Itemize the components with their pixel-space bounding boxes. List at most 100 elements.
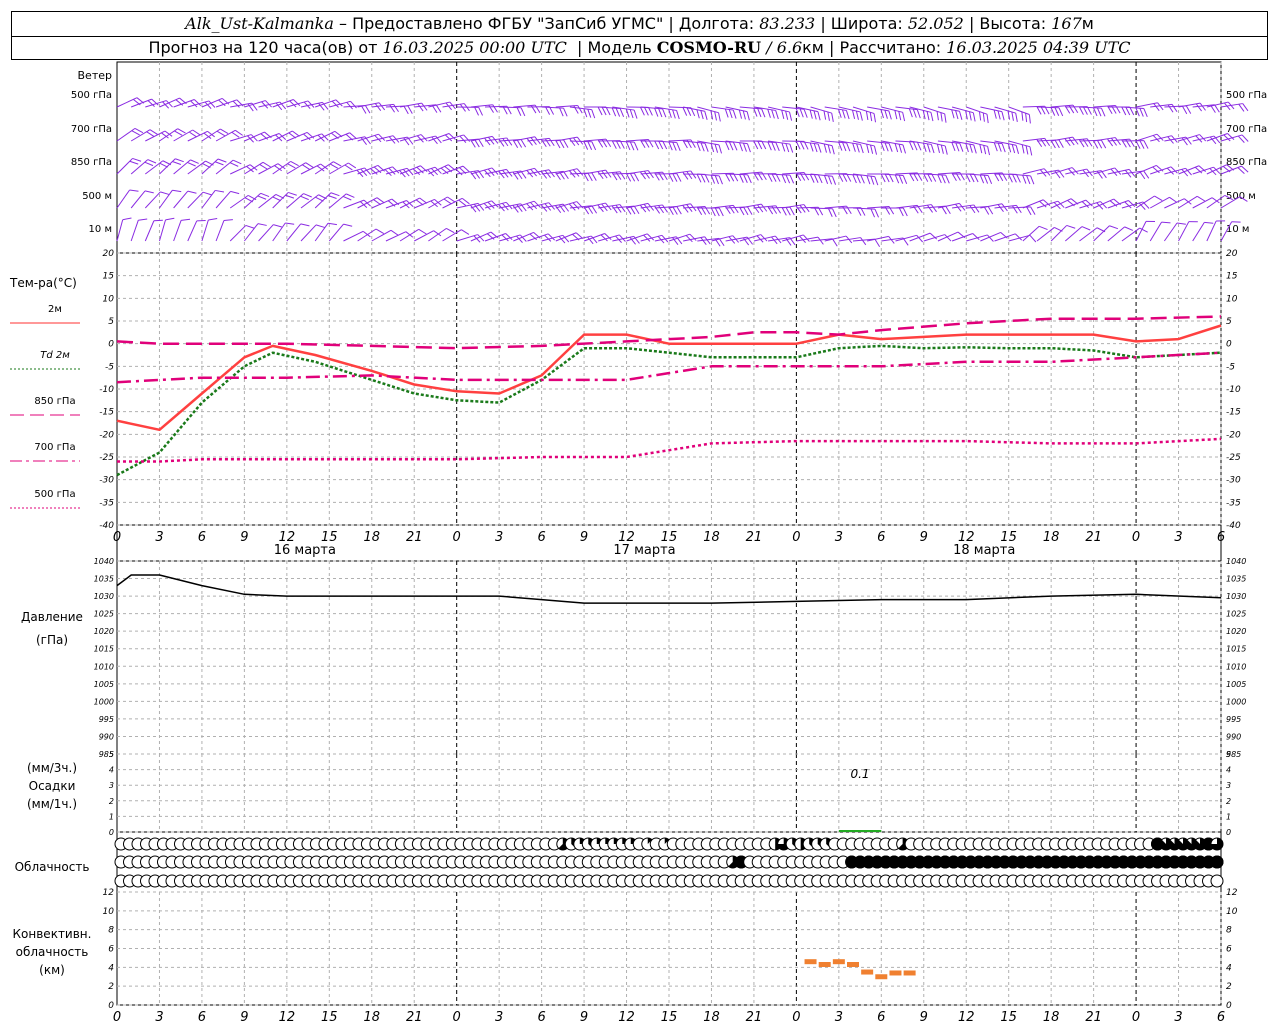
temp-tick-left: 15 <box>103 272 115 282</box>
wind-barb-feather <box>1021 144 1025 154</box>
time-tick-label: 6 <box>1217 530 1225 545</box>
time-tick-label: 9 <box>580 530 588 545</box>
wind-barb <box>937 202 966 212</box>
wind-barb-feather <box>474 107 480 116</box>
wind-barb-staff <box>1008 140 1031 148</box>
wind-barb-feather <box>908 141 914 151</box>
wind-level-label-right: 500 гПа <box>1226 90 1267 101</box>
wind-barb <box>116 217 132 242</box>
wind-barb <box>470 200 499 211</box>
wind-barb <box>952 204 980 214</box>
temp-legend-label: 700 гПа <box>34 442 75 453</box>
wind-barb-feather <box>767 109 771 118</box>
wind-barb-feather <box>672 142 677 151</box>
time-tick-label-bottom: 15 <box>1000 1010 1017 1024</box>
wind-barb-feather <box>273 224 283 228</box>
wind-barb-feather <box>662 108 667 118</box>
wind-barb-staff <box>272 160 292 175</box>
wind-barb-staff <box>428 227 447 242</box>
wind-barb-feather <box>728 205 735 214</box>
wind-barb-staff <box>116 127 136 142</box>
wind-barb <box>852 207 880 218</box>
wind-barb <box>442 103 470 112</box>
wind-barb-feather <box>676 173 682 182</box>
wind-barb-feather <box>827 144 831 154</box>
wind-barb-feather <box>601 139 608 148</box>
wind-barb <box>966 205 994 215</box>
time-tick-label-bottom: 12 <box>279 1010 296 1024</box>
wind-barb <box>144 191 170 209</box>
wind-barb-feather <box>530 105 537 114</box>
temp-tick-left: -15 <box>99 408 114 418</box>
time-tick-label: 18 <box>1043 530 1060 545</box>
wind-barb-feather <box>898 143 903 153</box>
wind-barb <box>782 234 810 243</box>
wind-barb-feather <box>944 113 947 123</box>
wind-barb <box>1206 101 1235 111</box>
wind-barb-feather <box>633 205 640 214</box>
wind-barb-staff <box>456 234 478 242</box>
wind-barb <box>286 162 314 175</box>
wind-barb <box>229 224 255 242</box>
wind-barb-feather <box>987 206 994 215</box>
wind-panel-title: Ветер <box>78 69 112 82</box>
time-tick-label-bottom: 0 <box>113 1010 121 1024</box>
wind-barb-staff <box>1135 195 1155 209</box>
time-tick-label-bottom: 0 <box>1132 1010 1140 1024</box>
wind-barb-feather <box>781 207 787 216</box>
wind-barb <box>343 167 372 178</box>
precip-annotation: 0.1 <box>850 767 869 781</box>
wind-barb <box>187 191 212 209</box>
cloud-panel-title: Облачность <box>15 860 90 874</box>
wind-barb <box>130 190 154 209</box>
wind-barb <box>357 197 385 209</box>
wind-barb <box>1065 199 1093 209</box>
wind-barb-staff <box>1135 221 1147 242</box>
wind-barb <box>187 160 214 175</box>
wind-barb-feather <box>873 145 878 155</box>
wind-barb <box>173 218 191 242</box>
wind-barb-feather <box>1086 138 1093 147</box>
wind-barb-staff <box>272 222 286 242</box>
wind-barb-feather <box>1100 107 1106 117</box>
wind-barb-feather <box>959 172 965 181</box>
wind-barb-feather <box>771 205 778 214</box>
precip-tick-left: 2 <box>109 797 114 806</box>
wind-barb <box>626 233 655 242</box>
wind-barb <box>116 97 145 108</box>
conv-tick-left: 2 <box>108 982 114 992</box>
wind-barb-feather <box>817 236 824 245</box>
wind-level-label-right: 700 гПа <box>1226 124 1267 135</box>
pressure-tick-left: 1010 <box>94 662 114 671</box>
wind-barb-feather <box>757 108 762 118</box>
wind-barb-feather <box>781 110 785 119</box>
wind-barb <box>428 101 456 111</box>
wind-barb <box>1065 138 1093 148</box>
pressure-tick-right: 1035 <box>1226 575 1246 584</box>
wind-barb-feather <box>916 141 922 151</box>
wind-barb-feather <box>629 109 634 119</box>
wind-barb <box>1050 224 1076 242</box>
wind-barb-feather <box>654 140 660 150</box>
wind-barb <box>612 205 640 215</box>
temp-legend-label: 850 гПа <box>34 396 75 407</box>
wind-barb <box>456 106 483 116</box>
wind-barb <box>414 104 442 113</box>
wind-barb-staff <box>1107 226 1125 242</box>
wind-barb <box>626 170 654 180</box>
wind-barb <box>994 204 1022 214</box>
wind-barb <box>598 171 626 181</box>
wind-barb-feather <box>944 145 948 155</box>
wind-barb <box>569 172 597 182</box>
wind-barb <box>300 224 325 242</box>
wind-barb <box>1178 102 1206 112</box>
wind-barb-feather <box>364 105 371 114</box>
wind-barb-feather <box>747 206 753 215</box>
time-tick-label: 18 <box>363 530 380 545</box>
wind-barb <box>116 157 142 175</box>
temp-tick-right: -30 <box>1226 476 1241 486</box>
wind-barb <box>923 140 948 155</box>
wind-barb-feather <box>1143 140 1149 149</box>
wind-barb <box>1050 198 1079 209</box>
wind-barb-feather <box>516 139 523 148</box>
